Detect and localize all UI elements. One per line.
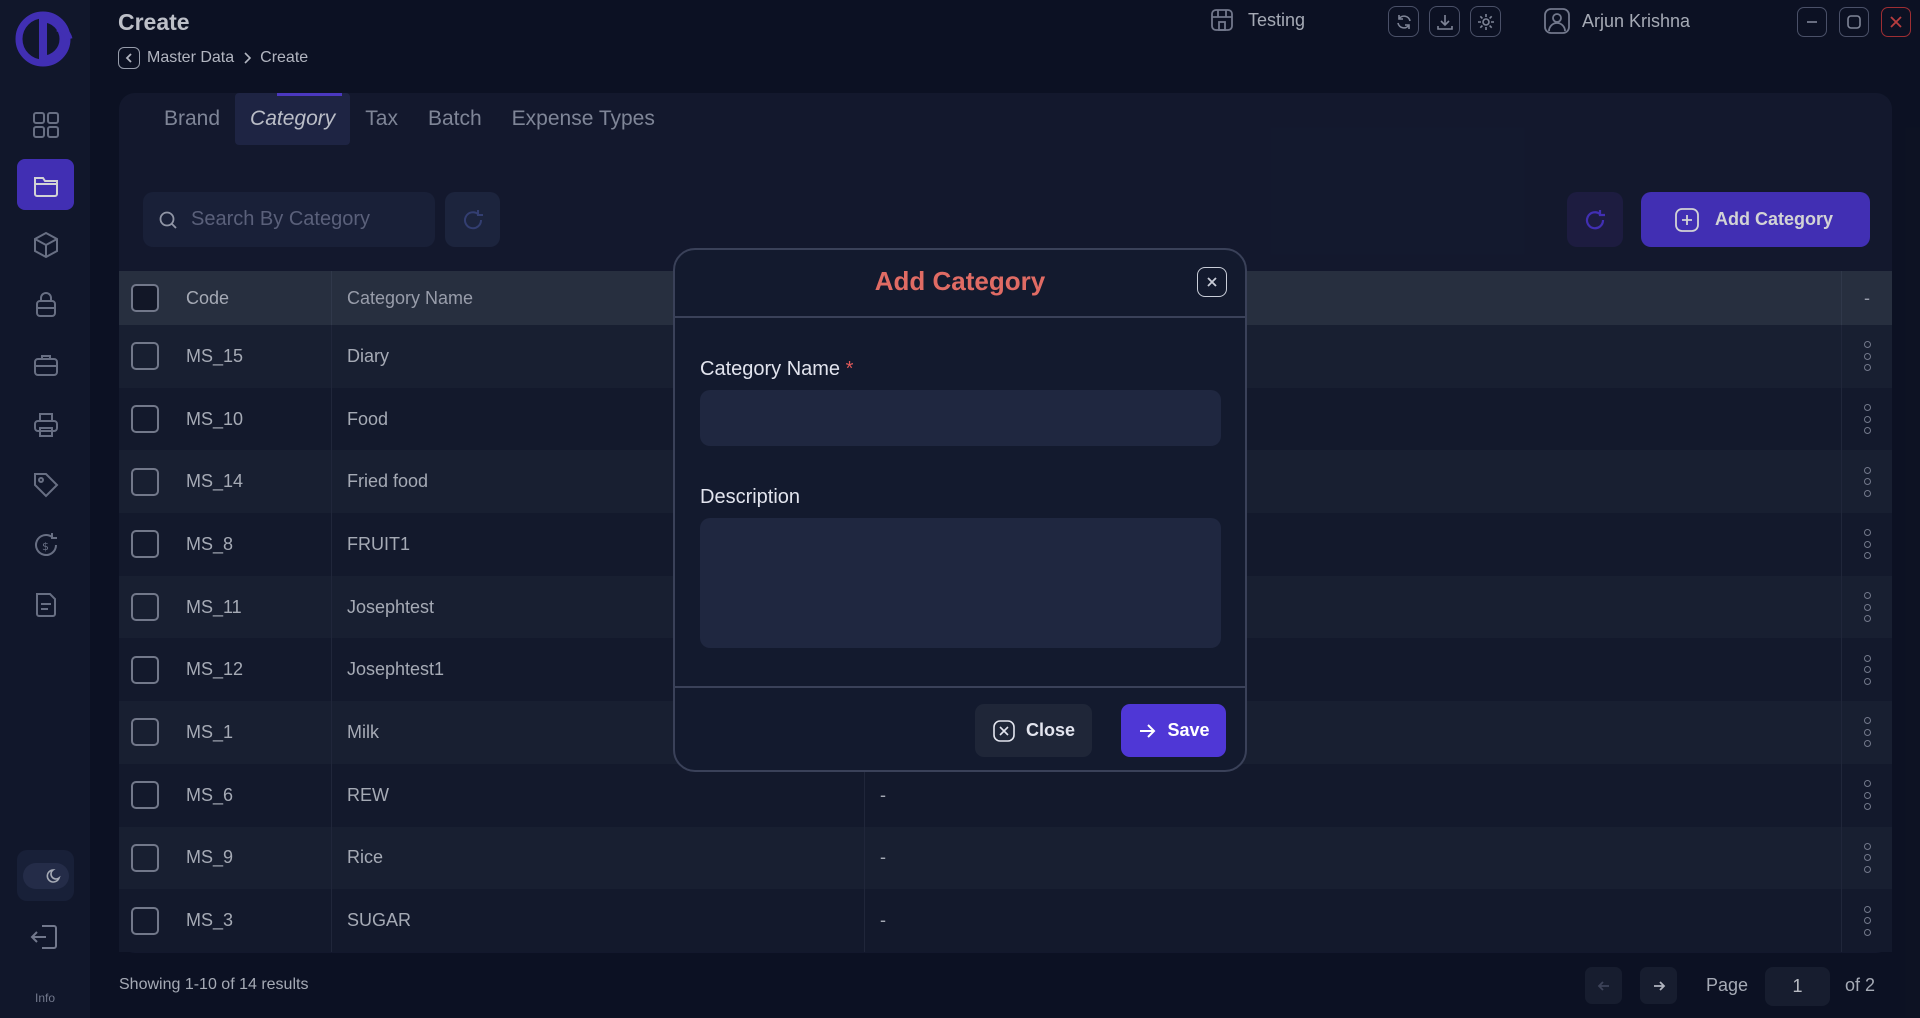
add-category-dialog: Add Category Category Name * Description… [673,248,1247,772]
dialog-title: Add Category [874,266,1046,296]
dialog-footer-divider [675,686,1245,688]
arrow-right-icon [1140,723,1156,738]
close-square-icon [993,719,1015,742]
save-button-label: Save [1167,720,1210,740]
close-button[interactable]: Close [975,704,1092,757]
dialog-close-button[interactable] [1197,267,1227,297]
category-name-label: Category Name * [700,358,854,380]
close-icon [1207,277,1217,287]
dialog-divider [675,316,1245,318]
save-button[interactable]: Save [1121,704,1226,757]
description-field[interactable] [700,518,1221,648]
description-label: Description [700,486,801,508]
category-name-field[interactable] [700,390,1221,446]
required-mark: * [845,358,854,380]
close-button-label: Close [1025,720,1076,740]
